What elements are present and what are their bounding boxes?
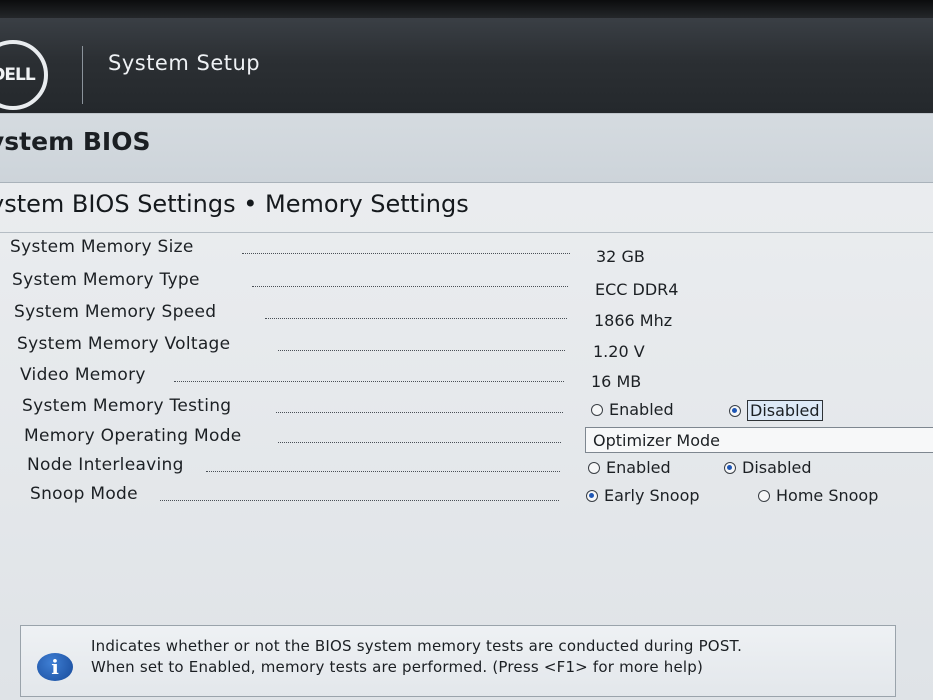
bios-screen: DELL System Setup ystem BIOS ystem BIOS …	[0, 0, 933, 700]
radio-unselected-icon	[758, 489, 770, 502]
setting-value: 16 MB	[591, 372, 642, 391]
help-line-2: When set to Enabled, memory tests are pe…	[91, 658, 704, 676]
setting-value: 1866 Mhz	[594, 311, 673, 330]
radio-unselected-icon	[591, 403, 603, 416]
setting-label: System Memory Speed	[14, 302, 217, 322]
radio-label: Early Snoop	[604, 486, 700, 505]
monitor-bezel	[0, 0, 933, 18]
setting-row-memory-speed: System Memory Speed 1866 Mhz	[0, 298, 933, 330]
help-panel: i Indicates whether or not the BIOS syst…	[20, 625, 896, 697]
info-icon: i	[37, 653, 73, 681]
radio-selected-icon	[586, 489, 598, 502]
radio-label: Home Snoop	[776, 486, 879, 505]
setting-row-snoop-mode: Snoop Mode Early Snoop Home Snoop	[0, 480, 933, 510]
setting-row-video-memory: Video Memory 16 MB	[0, 361, 933, 391]
section-title: ystem BIOS	[0, 127, 151, 156]
leader-dots	[160, 500, 559, 501]
radio-node-interleaving-disabled[interactable]: Disabled	[724, 458, 812, 477]
dell-logo: DELL	[0, 40, 48, 110]
setting-label: System Memory Size	[10, 237, 194, 257]
radio-memory-testing-enabled[interactable]: Enabled	[591, 400, 674, 419]
setting-label: System Memory Type	[12, 270, 200, 290]
operating-mode-select[interactable]: Optimizer Mode	[585, 427, 933, 453]
radio-label: Disabled	[747, 400, 823, 421]
leader-dots	[276, 412, 563, 413]
radio-memory-testing-disabled[interactable]: Disabled	[729, 400, 823, 421]
setting-row-memory-size: System Memory Size 32 GB	[0, 233, 933, 266]
dell-logo-text: DELL	[0, 65, 36, 85]
setting-row-memory-voltage: System Memory Voltage 1.20 V	[0, 330, 933, 361]
radio-snoop-home[interactable]: Home Snoop	[758, 486, 878, 505]
help-line-1: Indicates whether or not the BIOS system…	[91, 637, 743, 655]
header-divider	[82, 46, 83, 104]
setting-label: Memory Operating Mode	[24, 426, 242, 446]
radio-label: Enabled	[609, 400, 674, 419]
setting-label: Snoop Mode	[30, 484, 138, 504]
radio-label: Enabled	[606, 458, 671, 477]
header-bar: DELL System Setup	[0, 18, 933, 115]
page-title: ystem BIOS Settings • Memory Settings	[0, 190, 469, 218]
setting-label: System Memory Testing	[22, 396, 232, 416]
leader-dots	[174, 381, 564, 382]
setting-row-memory-type: System Memory Type ECC DDR4	[0, 266, 933, 299]
leader-dots	[252, 286, 568, 287]
leader-dots	[278, 350, 565, 351]
setting-row-node-interleaving: Node Interleaving Enabled Disabled	[0, 451, 933, 481]
leader-dots	[265, 318, 567, 319]
setting-value: 32 GB	[596, 247, 645, 266]
setting-label: Video Memory	[20, 365, 146, 385]
section-header: ystem BIOS	[0, 114, 933, 183]
radio-snoop-early[interactable]: Early Snoop	[586, 486, 700, 505]
help-text: Indicates whether or not the BIOS system…	[91, 636, 742, 678]
setting-row-memory-testing: System Memory Testing Enabled Disabled	[0, 392, 933, 422]
radio-node-interleaving-enabled[interactable]: Enabled	[588, 458, 671, 477]
radio-selected-icon	[729, 404, 741, 417]
setting-value: 1.20 V	[593, 342, 645, 361]
radio-label: Disabled	[742, 458, 812, 477]
app-title: System Setup	[108, 51, 261, 75]
setting-label: Node Interleaving	[27, 455, 184, 475]
radio-selected-icon	[724, 461, 736, 474]
leader-dots	[278, 442, 561, 443]
radio-unselected-icon	[588, 461, 600, 474]
setting-value: ECC DDR4	[595, 280, 679, 299]
leader-dots	[242, 253, 570, 254]
leader-dots	[206, 471, 560, 472]
setting-label: System Memory Voltage	[17, 334, 231, 354]
